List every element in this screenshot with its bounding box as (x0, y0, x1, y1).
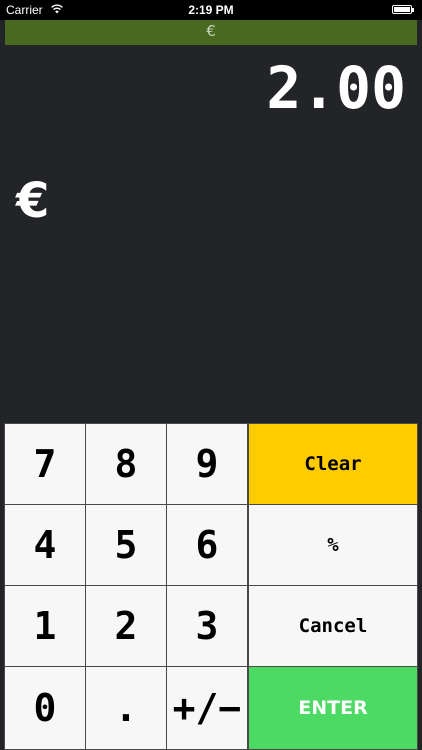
key-decimal[interactable]: . (85, 666, 167, 750)
cancel-button[interactable]: Cancel (248, 585, 418, 667)
status-time: 2:19 PM (188, 3, 234, 17)
nav-title: € (206, 22, 216, 40)
navigation-bar: € (5, 20, 417, 45)
key-3[interactable]: 3 (166, 585, 248, 667)
key-2[interactable]: 2 (85, 585, 167, 667)
status-bar: Carrier 2:19 PM (0, 0, 422, 20)
display-value: 2.00 (266, 54, 406, 122)
key-8[interactable]: 8 (85, 423, 167, 505)
percent-button[interactable]: % (248, 504, 418, 586)
battery-icon (392, 5, 414, 14)
key-0[interactable]: 0 (4, 666, 86, 750)
key-4[interactable]: 4 (4, 504, 86, 586)
key-1[interactable]: 1 (4, 585, 86, 667)
key-plus-minus[interactable]: +/− (166, 666, 248, 750)
clear-button[interactable]: Clear (248, 423, 418, 505)
key-9[interactable]: 9 (166, 423, 248, 505)
key-7[interactable]: 7 (4, 423, 86, 505)
key-6[interactable]: 6 (166, 504, 248, 586)
enter-button[interactable]: ENTER (248, 666, 418, 750)
keypad: 7 8 9 Clear 4 5 6 % 1 2 3 Cancel 0 . +/−… (4, 423, 418, 750)
currency-symbol: € (16, 173, 50, 229)
key-5[interactable]: 5 (85, 504, 167, 586)
